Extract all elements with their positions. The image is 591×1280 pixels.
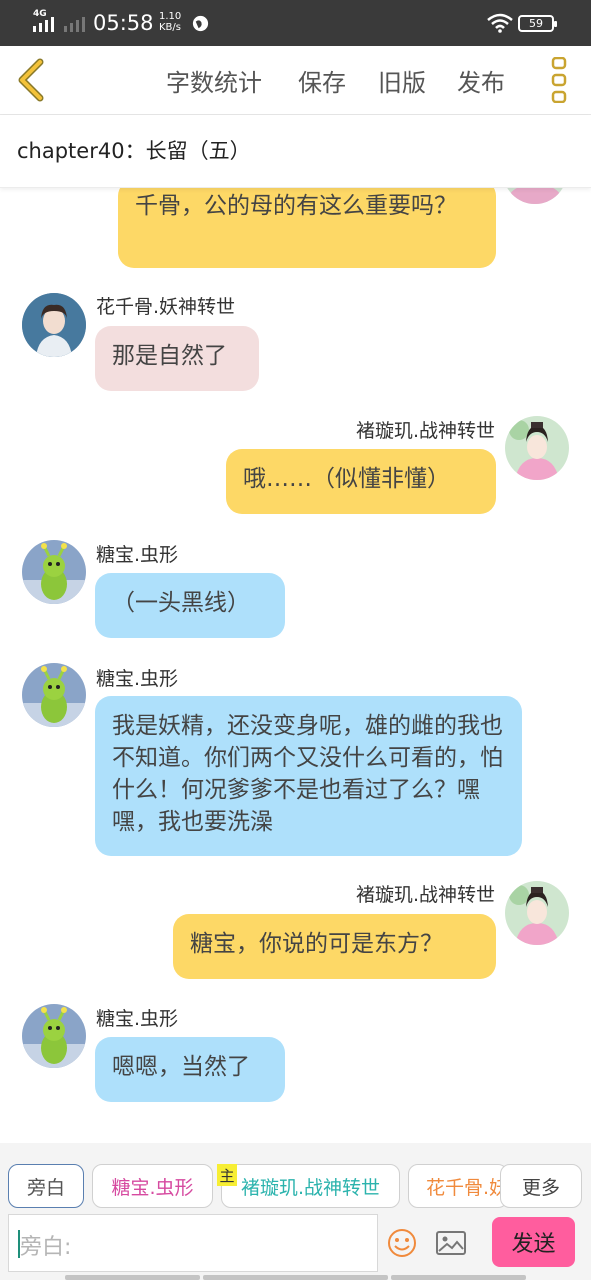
wifi-icon xyxy=(487,0,513,46)
avatar-xuanji[interactable] xyxy=(505,881,569,945)
sender-name: 褚璇玑.战神转世 xyxy=(355,420,495,442)
avatar-tangbao[interactable] xyxy=(22,540,86,604)
avatar-xuanji[interactable] xyxy=(505,416,569,480)
network-label: 4G xyxy=(33,9,47,19)
sender-name: 褚璇玑.战神转世 xyxy=(355,884,495,906)
chapter-title: chapter40：长留（五） xyxy=(17,139,251,163)
back-arrow-icon[interactable] xyxy=(14,58,48,102)
chat-list[interactable]: 千骨，公的母的有这么重要吗？ 花千骨.妖神转世 那是自然了 褚璇玑.战神转世 哦… xyxy=(0,188,591,1143)
message-bubble[interactable]: 我是妖精，还没变身呢，雄的雌的我也不知道。你们两个又没什么可看的，怕什么！何况爹… xyxy=(95,696,522,856)
role-huaqiangu-chip[interactable]: 花千骨.妖神转世 xyxy=(408,1164,508,1208)
globe-icon xyxy=(191,0,210,46)
more-roles-button[interactable]: 更多 xyxy=(500,1164,582,1208)
editor-toolbar: 字数统计 保存 旧版 发布 xyxy=(0,46,591,115)
composer-panel: 旁白 糖宝.虫形 褚璇玑.战神转世 主 花千骨.妖神转世 更多 旁白: 发送 xyxy=(0,1143,591,1280)
message-input[interactable]: 旁白: xyxy=(8,1214,378,1272)
sender-name: 花千骨.妖神转世 xyxy=(96,296,236,318)
avatar-tangbao[interactable] xyxy=(22,1004,86,1068)
battery-level: 59 xyxy=(529,16,543,30)
avatar-huaqiangu[interactable] xyxy=(22,293,86,357)
sender-name: 糖宝.虫形 xyxy=(96,544,179,566)
image-icon[interactable] xyxy=(435,1229,467,1257)
nav-handle[interactable] xyxy=(65,1275,200,1280)
avatar-xuanji[interactable] xyxy=(503,188,567,204)
message-bubble[interactable]: 嗯嗯，当然了 xyxy=(95,1037,285,1102)
role-xuanji-chip[interactable]: 褚璇玑.战神转世 xyxy=(221,1164,400,1208)
message-bubble[interactable]: 糖宝，你说的可是东方？ xyxy=(173,914,496,979)
status-bar: 4G 05:58 1.10 KB/s 59 xyxy=(0,0,591,46)
main-role-badge: 主 xyxy=(217,1164,237,1186)
message-bubble[interactable]: 那是自然了 xyxy=(95,326,259,391)
battery-icon: 59 xyxy=(518,0,557,46)
save-button[interactable]: 保存 xyxy=(298,46,346,114)
clock: 05:58 xyxy=(93,11,154,35)
more-dots-icon[interactable] xyxy=(550,56,570,104)
publish-button[interactable]: 发布 xyxy=(457,46,505,114)
input-placeholder: 旁白: xyxy=(20,1235,72,1260)
signal-icon xyxy=(32,0,58,46)
role-narrator-chip[interactable]: 旁白 xyxy=(8,1164,84,1208)
nav-handle[interactable] xyxy=(203,1275,388,1280)
chapter-title-bar[interactable]: chapter40：长留（五） xyxy=(0,115,591,188)
send-button[interactable]: 发送 xyxy=(492,1217,575,1267)
network-speed: 1.10 KB/s xyxy=(159,11,182,33)
word-count-button[interactable]: 字数统计 xyxy=(166,46,262,114)
role-tangbao-chip[interactable]: 糖宝.虫形 xyxy=(92,1164,213,1208)
nav-handle[interactable] xyxy=(391,1275,526,1280)
sender-name: 糖宝.虫形 xyxy=(96,668,179,690)
emoji-icon[interactable] xyxy=(386,1227,418,1259)
signal-weak-icon xyxy=(63,0,87,46)
role-xuanji-label: 褚璇玑.战神转世 xyxy=(240,1176,381,1199)
message-bubble[interactable]: 千骨，公的母的有这么重要吗？ xyxy=(118,188,496,268)
avatar-tangbao[interactable] xyxy=(22,663,86,727)
old-version-button[interactable]: 旧版 xyxy=(378,46,426,114)
message-bubble[interactable]: （一头黑线） xyxy=(95,573,285,638)
sender-name: 糖宝.虫形 xyxy=(96,1008,179,1030)
message-bubble[interactable]: 哦……（似懂非懂） xyxy=(226,449,496,514)
